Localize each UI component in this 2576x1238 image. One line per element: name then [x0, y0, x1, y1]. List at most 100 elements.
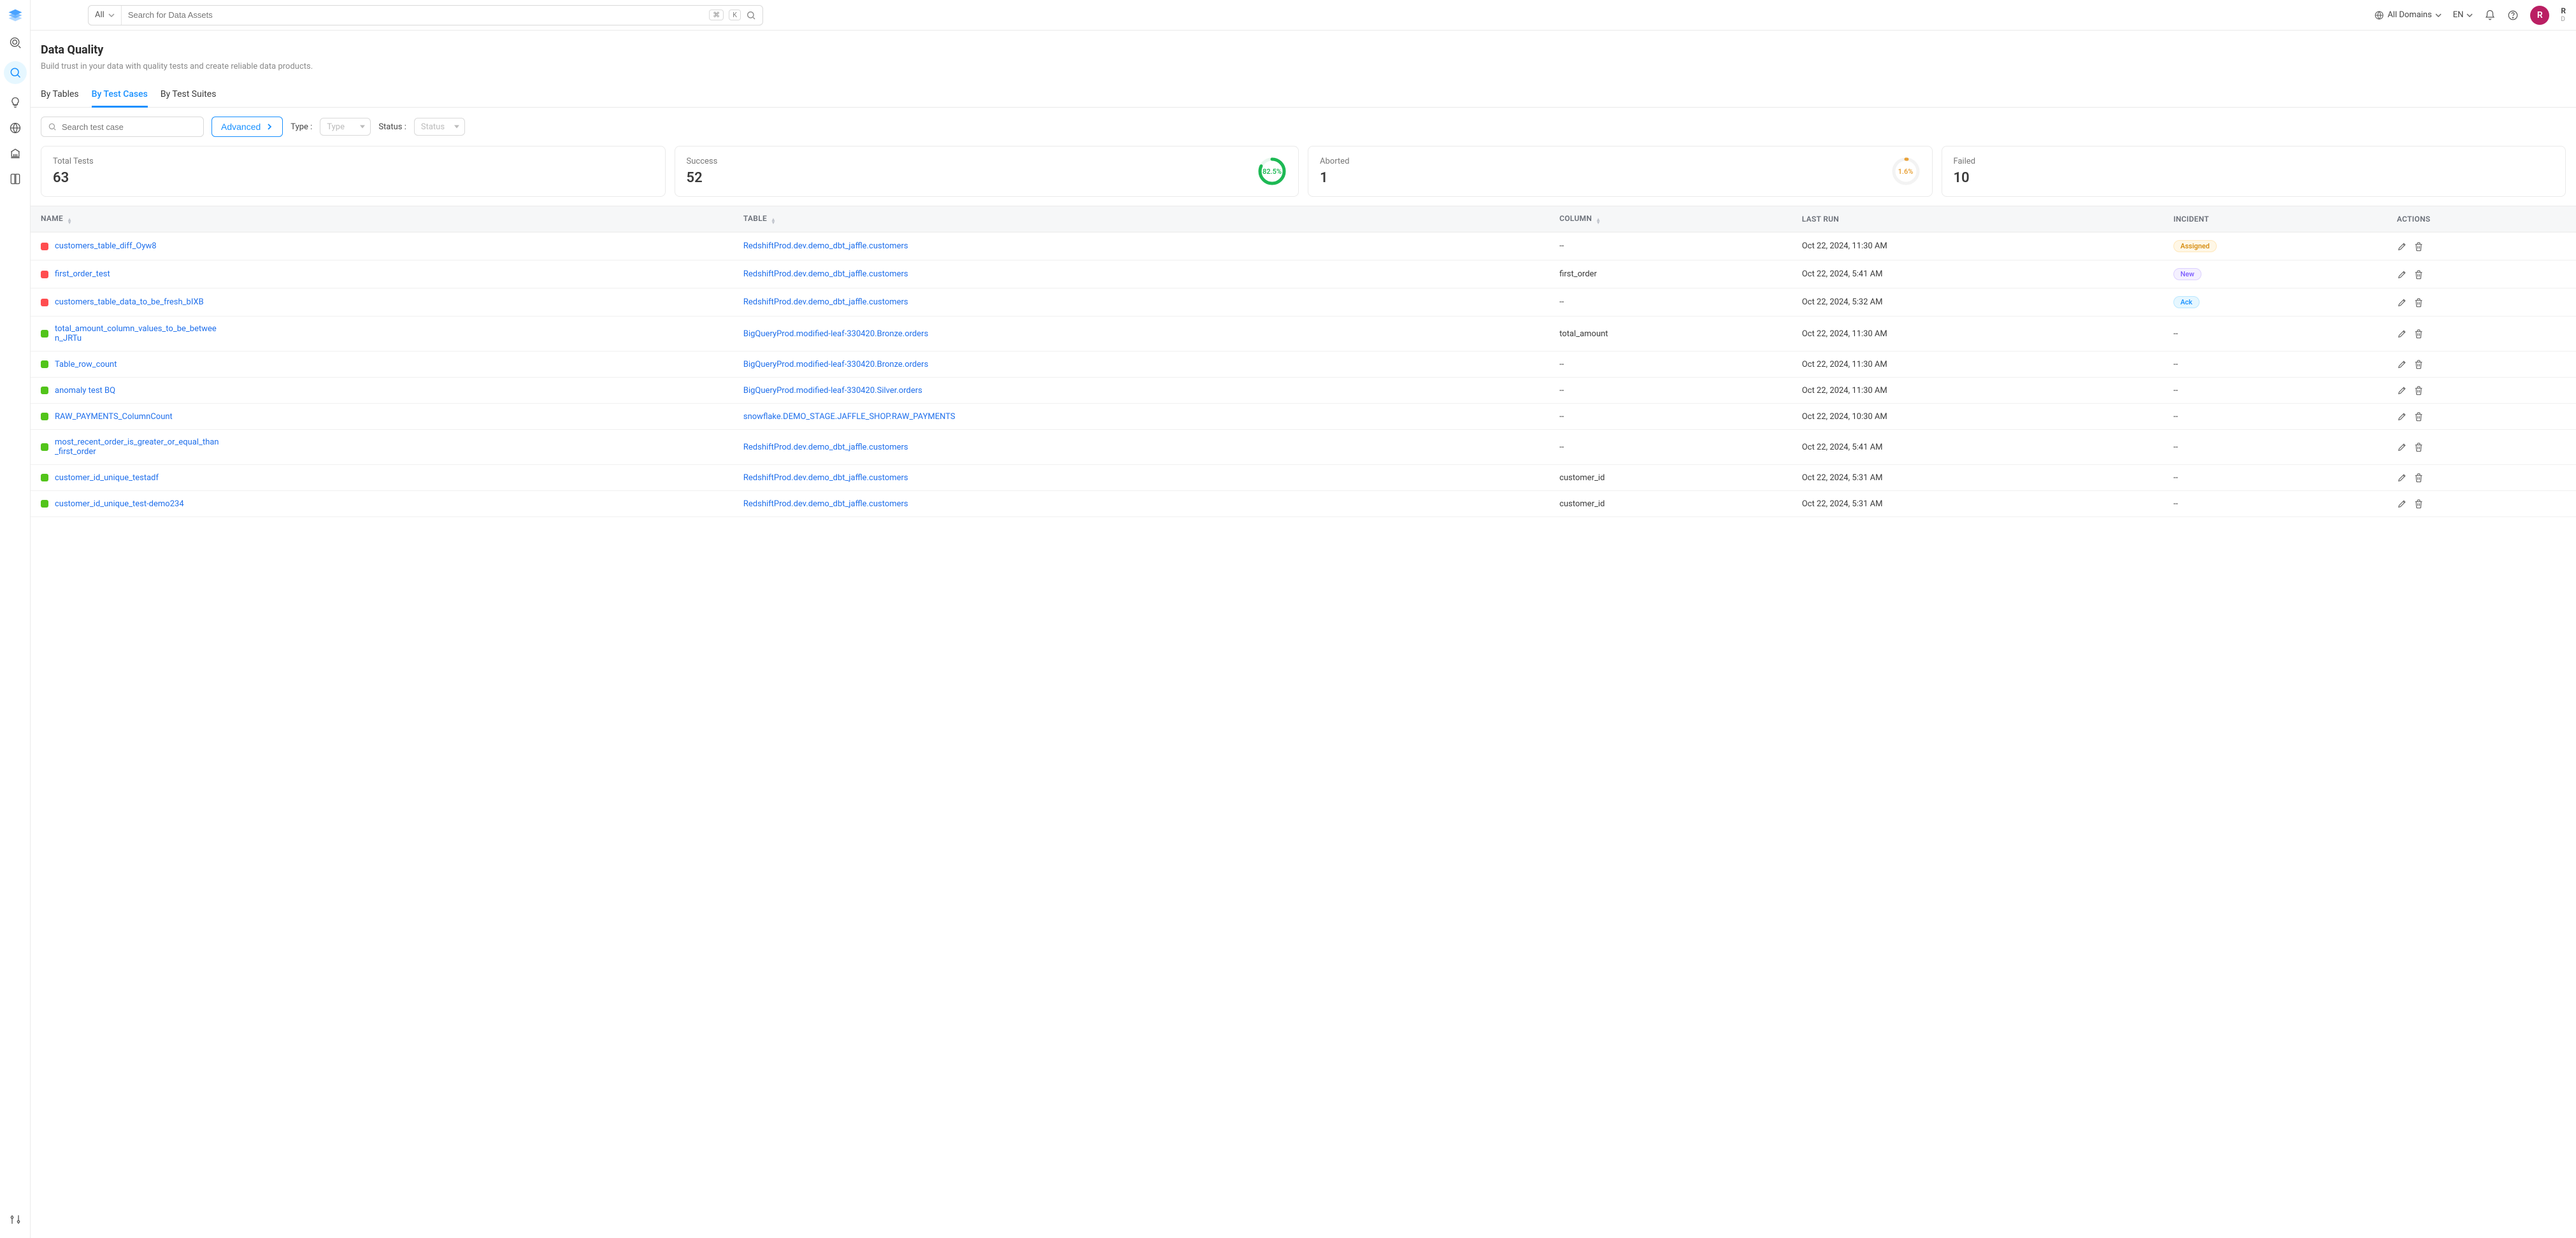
explore-icon[interactable]: [8, 36, 22, 50]
column-cell: --: [1549, 232, 1792, 260]
table-link[interactable]: BigQueryProd.modified-leaf-330420.Bronze…: [743, 360, 928, 369]
table-link[interactable]: RedshiftProd.dev.demo_dbt_jaffle.custome…: [743, 499, 908, 509]
table-row: RAW_PAYMENTS_ColumnCount snowflake.DEMO_S…: [31, 404, 2576, 430]
table-link[interactable]: RedshiftProd.dev.demo_dbt_jaffle.custome…: [743, 473, 908, 483]
page-title: Data Quality: [41, 43, 2576, 57]
globe-icon[interactable]: [8, 121, 22, 135]
test-name-link[interactable]: total_amount_column_values_to_be_between…: [55, 324, 220, 343]
column-cell: --: [1549, 378, 1792, 404]
chevron-right-icon: [266, 123, 273, 131]
test-name-link[interactable]: most_recent_order_is_greater_or_equal_th…: [55, 438, 220, 457]
search-icon[interactable]: [746, 10, 756, 20]
edit-icon[interactable]: [2397, 241, 2407, 252]
brand-logo[interactable]: [6, 6, 24, 24]
table-link[interactable]: BigQueryProd.modified-leaf-330420.Bronze…: [743, 329, 928, 339]
delete-icon[interactable]: [2414, 385, 2424, 395]
delete-icon[interactable]: [2414, 499, 2424, 509]
lightbulb-icon[interactable]: [8, 96, 22, 110]
governance-icon[interactable]: [8, 146, 22, 160]
incident-badge[interactable]: New: [2173, 268, 2201, 280]
delete-icon[interactable]: [2414, 329, 2424, 339]
sort-icon: ▲▼: [1596, 218, 1601, 224]
edit-icon[interactable]: [2397, 473, 2407, 483]
lastrun-cell: Oct 22, 2024, 11:30 AM: [1792, 378, 2163, 404]
type-select[interactable]: Type: [320, 118, 371, 136]
col-table[interactable]: TABLE▲▼: [733, 206, 1549, 232]
lastrun-cell: Oct 22, 2024, 5:41 AM: [1792, 430, 2163, 465]
edit-icon[interactable]: [2397, 269, 2407, 280]
testcase-search-input[interactable]: [62, 122, 197, 132]
edit-icon[interactable]: [2397, 499, 2407, 509]
delete-icon[interactable]: [2414, 269, 2424, 280]
sort-icon: ▲▼: [67, 218, 72, 224]
docs-icon[interactable]: [8, 172, 22, 186]
edit-icon[interactable]: [2397, 411, 2407, 422]
delete-icon[interactable]: [2414, 241, 2424, 252]
status-indicator: [41, 299, 48, 306]
table-link[interactable]: BigQueryProd.modified-leaf-330420.Silver…: [743, 386, 922, 395]
test-name-link[interactable]: RAW_PAYMENTS_ColumnCount: [55, 412, 173, 422]
incident-empty: --: [2173, 412, 2178, 422]
table-link[interactable]: RedshiftProd.dev.demo_dbt_jaffle.custome…: [743, 443, 908, 452]
domains-dropdown[interactable]: All Domains: [2374, 10, 2442, 20]
stat-total: Total Tests 63: [41, 146, 666, 197]
test-name-link[interactable]: customers_table_data_to_be_fresh_bIXB: [55, 297, 204, 307]
delete-icon[interactable]: [2414, 411, 2424, 422]
tab-by-tables[interactable]: By Tables: [41, 83, 79, 107]
table-link[interactable]: RedshiftProd.dev.demo_dbt_jaffle.custome…: [743, 269, 908, 279]
edit-icon[interactable]: [2397, 385, 2407, 395]
test-name-link[interactable]: first_order_test: [55, 269, 110, 279]
test-name-link[interactable]: Table_row_count: [55, 360, 117, 369]
page-subtitle: Build trust in your data with quality te…: [41, 62, 2576, 71]
edit-icon[interactable]: [2397, 297, 2407, 308]
table-link[interactable]: snowflake.DEMO_STAGE.JAFFLE_SHOP.RAW_PAY…: [743, 412, 955, 422]
table-link[interactable]: RedshiftProd.dev.demo_dbt_jaffle.custome…: [743, 241, 908, 251]
test-name-link[interactable]: anomaly test BQ: [55, 386, 115, 395]
col-column[interactable]: COLUMN▲▼: [1549, 206, 1792, 232]
table-link[interactable]: RedshiftProd.dev.demo_dbt_jaffle.custome…: [743, 297, 908, 307]
help-icon[interactable]: [2507, 10, 2519, 21]
incident-empty: --: [2173, 386, 2178, 395]
col-name[interactable]: NAME▲▼: [31, 206, 733, 232]
delete-icon[interactable]: [2414, 473, 2424, 483]
settings-icon[interactable]: [8, 1213, 22, 1227]
advanced-button[interactable]: Advanced: [211, 117, 283, 137]
edit-icon[interactable]: [2397, 442, 2407, 452]
edit-icon[interactable]: [2397, 359, 2407, 369]
global-search-input[interactable]: [122, 10, 709, 20]
globe-icon: [2374, 10, 2384, 20]
test-name-link[interactable]: customer_id_unique_testadf: [55, 473, 159, 483]
incident-badge[interactable]: Assigned: [2173, 240, 2217, 252]
column-cell: first_order: [1549, 260, 1792, 288]
search-scope-select[interactable]: All: [89, 6, 122, 25]
incident-badge[interactable]: Ack: [2173, 296, 2200, 308]
test-name-link[interactable]: customers_table_diff_Oyw8: [55, 241, 157, 251]
status-indicator: [41, 330, 48, 338]
stat-aborted: Aborted 1 1.6%: [1308, 146, 1933, 197]
delete-icon[interactable]: [2414, 442, 2424, 452]
column-cell: total_amount: [1549, 317, 1792, 352]
left-sidebar: [0, 0, 31, 1238]
chevron-down-icon: [2435, 12, 2442, 18]
edit-icon[interactable]: [2397, 329, 2407, 339]
delete-icon[interactable]: [2414, 297, 2424, 308]
test-name-link[interactable]: customer_id_unique_test-demo234: [55, 499, 184, 509]
tab-by-test-cases[interactable]: By Test Cases: [92, 83, 148, 108]
lastrun-cell: Oct 22, 2024, 11:30 AM: [1792, 317, 2163, 352]
incident-empty: --: [2173, 329, 2178, 339]
lastrun-cell: Oct 22, 2024, 5:41 AM: [1792, 260, 2163, 288]
kbd-k: K: [729, 10, 741, 20]
status-select[interactable]: Status: [414, 118, 465, 136]
tab-by-test-suites[interactable]: By Test Suites: [161, 83, 217, 107]
avatar[interactable]: R: [2530, 6, 2549, 25]
language-dropdown[interactable]: EN: [2453, 10, 2473, 20]
domains-label: All Domains: [2387, 10, 2432, 20]
delete-icon[interactable]: [2414, 359, 2424, 369]
kbd-cmd: ⌘: [709, 10, 724, 20]
col-lastrun: LAST RUN: [1792, 206, 2163, 232]
data-quality-icon[interactable]: [4, 61, 27, 84]
bell-icon[interactable]: [2484, 10, 2496, 21]
search-icon: [48, 122, 57, 131]
incident-empty: --: [2173, 499, 2178, 509]
status-indicator: [41, 500, 48, 508]
